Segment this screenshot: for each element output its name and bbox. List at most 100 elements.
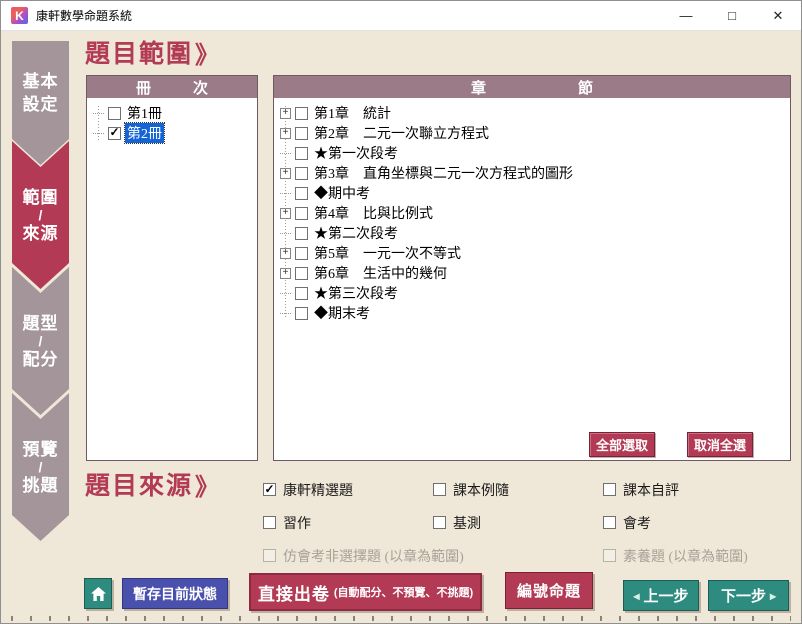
tree-branch-icon — [280, 284, 291, 294]
source-option[interactable]: ✓ 康軒精選題 — [263, 480, 433, 500]
source-label[interactable]: 基測 — [453, 513, 481, 533]
tab-label: / — [39, 209, 43, 222]
chapter-label[interactable]: ★第一次段考 — [312, 143, 400, 163]
volume-label[interactable]: 第1冊 — [125, 103, 164, 123]
arrow-right-icon: ▸ — [770, 589, 776, 603]
chapter-checkbox[interactable]: ✓ — [295, 227, 308, 240]
chapter-label[interactable]: ◆期中考 — [312, 183, 372, 203]
chapter-row[interactable]: + ✓ 第3章 直角坐標與二元一次方程式的圖形 — [274, 163, 790, 183]
chapter-checkbox[interactable]: ✓ — [295, 127, 308, 140]
chapter-row[interactable]: + ✓ 第4章 比與比例式 — [274, 203, 790, 223]
expand-icon[interactable]: + — [280, 208, 291, 219]
minimize-icon[interactable]: — — [663, 1, 709, 30]
next-step-button[interactable]: 下一步 ▸ — [708, 580, 789, 611]
sidebar-tab-question-types[interactable]: 題型 / 配分 — [12, 267, 69, 415]
chapter-row[interactable]: + ✓ 第1章 統計 — [274, 103, 790, 123]
chapter-checkbox[interactable]: ✓ — [295, 287, 308, 300]
chapter-row[interactable]: + ✓ ★第一次段考 — [274, 143, 790, 163]
home-button[interactable] — [84, 578, 112, 609]
source-label[interactable]: 課本自評 — [623, 480, 679, 500]
previous-step-button[interactable]: ◂ 上一步 — [623, 580, 699, 611]
source-checkbox[interactable]: ✓ — [263, 549, 276, 562]
expand-icon[interactable]: + — [280, 168, 291, 179]
source-checkbox[interactable]: ✓ — [433, 516, 446, 529]
chapter-label[interactable]: 第3章 直角坐標與二元一次方程式的圖形 — [312, 163, 575, 183]
source-option[interactable]: ✓ 素養題 (以章為範圍) — [603, 546, 798, 566]
tree-branch-icon — [93, 104, 104, 114]
tab-label: 來源 — [23, 222, 59, 245]
chapter-checkbox[interactable]: ✓ — [295, 187, 308, 200]
source-label[interactable]: 素養題 (以章為範圍) — [623, 546, 748, 566]
home-icon — [90, 586, 107, 602]
tree-branch-icon — [280, 224, 291, 234]
chapter-row[interactable]: + ✓ ◆期末考 — [274, 303, 790, 323]
expand-icon[interactable]: + — [280, 108, 291, 119]
source-checkbox[interactable]: ✓ — [263, 483, 276, 496]
chapter-checkbox[interactable]: ✓ — [295, 207, 308, 220]
source-checkbox[interactable]: ✓ — [603, 483, 616, 496]
header-char: 節 — [578, 77, 593, 98]
chapter-label[interactable]: 第5章 一元一次不等式 — [312, 243, 463, 263]
chevron-right-icon: 》 — [195, 35, 219, 70]
source-option[interactable]: ✓ 基測 — [433, 513, 603, 533]
source-option[interactable]: ✓ 課本自評 — [603, 480, 798, 500]
chapter-checkbox[interactable]: ✓ — [295, 167, 308, 180]
save-current-state-button[interactable]: 暫存目前狀態 — [122, 578, 228, 609]
source-option[interactable]: ✓ 課本例隨 — [433, 480, 603, 500]
select-all-button[interactable]: 全部選取 — [589, 432, 655, 457]
volume-checkbox[interactable]: ✓ — [108, 107, 121, 120]
source-option[interactable]: ✓ 習作 — [263, 513, 433, 533]
source-checkbox[interactable]: ✓ — [263, 516, 276, 529]
tree-branch-icon — [93, 124, 104, 134]
sidebar-tab-basic-settings[interactable]: 基本 設定 — [12, 41, 69, 165]
chapter-label[interactable]: ★第三次段考 — [312, 283, 400, 303]
expand-icon[interactable]: + — [280, 268, 291, 279]
chapter-row[interactable]: + ✓ 第2章 二元一次聯立方程式 — [274, 123, 790, 143]
tree-branch-icon — [280, 144, 291, 154]
source-label[interactable]: 課本例隨 — [453, 480, 509, 500]
expand-icon[interactable]: + — [280, 128, 291, 139]
chapter-checkbox[interactable]: ✓ — [295, 307, 308, 320]
chapter-row[interactable]: + ✓ ★第二次段考 — [274, 223, 790, 243]
chapter-label[interactable]: ★第二次段考 — [312, 223, 400, 243]
chapter-row[interactable]: + ✓ 第5章 一元一次不等式 — [274, 243, 790, 263]
volume-checkbox[interactable]: ✓ — [108, 127, 121, 140]
sidebar-tab-preview-pick[interactable]: 預覽 / 挑題 — [12, 393, 69, 541]
direct-generate-paper-button[interactable]: 直接出卷 (自動配分、不預覽、不挑題) — [249, 573, 482, 611]
chapter-label[interactable]: 第4章 比與比例式 — [312, 203, 435, 223]
maximize-icon[interactable]: □ — [709, 1, 755, 30]
chapter-checkbox[interactable]: ✓ — [295, 147, 308, 160]
app-logo-icon: K — [11, 7, 28, 24]
source-option[interactable]: ✓ 仿會考非選擇題 (以章為範圍) — [263, 546, 433, 566]
source-checkbox[interactable]: ✓ — [603, 516, 616, 529]
expand-icon[interactable]: + — [280, 248, 291, 259]
numbered-question-button[interactable]: 編號命題 — [505, 572, 593, 609]
chapter-label[interactable]: 第1章 統計 — [312, 103, 393, 123]
volume-row[interactable]: ✓ 第1冊 — [87, 103, 257, 123]
chapter-row[interactable]: + ✓ 第6章 生活中的幾何 — [274, 263, 790, 283]
source-label[interactable]: 會考 — [623, 513, 651, 533]
volume-label[interactable]: 第2冊 — [125, 123, 164, 143]
tab-label: 預覽 — [23, 438, 59, 461]
chapter-checkbox[interactable]: ✓ — [295, 267, 308, 280]
source-label[interactable]: 康軒精選題 — [283, 480, 353, 500]
chapter-row[interactable]: + ✓ ◆期中考 — [274, 183, 790, 203]
volume-row[interactable]: ✓ 第2冊 — [87, 123, 257, 143]
header-char: 冊 — [136, 77, 151, 98]
chapter-checkbox[interactable]: ✓ — [295, 247, 308, 260]
chapter-label[interactable]: ◆期末考 — [312, 303, 372, 323]
title-bar: K 康軒數學命題系統 — □ ✕ — [1, 1, 801, 31]
direct-generate-label: 直接出卷 — [258, 580, 330, 605]
close-icon[interactable]: ✕ — [755, 1, 801, 30]
source-checkbox[interactable]: ✓ — [433, 483, 446, 496]
chapter-label[interactable]: 第2章 二元一次聯立方程式 — [312, 123, 491, 143]
source-label[interactable]: 仿會考非選擇題 (以章為範圍) — [283, 546, 464, 566]
source-label[interactable]: 習作 — [283, 513, 311, 533]
source-option[interactable]: ✓ 會考 — [603, 513, 798, 533]
chapter-row[interactable]: + ✓ ★第三次段考 — [274, 283, 790, 303]
chapter-label[interactable]: 第6章 生活中的幾何 — [312, 263, 449, 283]
chapter-checkbox[interactable]: ✓ — [295, 107, 308, 120]
deselect-all-button[interactable]: 取消全選 — [687, 432, 753, 457]
source-checkbox[interactable]: ✓ — [603, 549, 616, 562]
section-title-question-range: 題目範圍 》 — [85, 34, 219, 70]
